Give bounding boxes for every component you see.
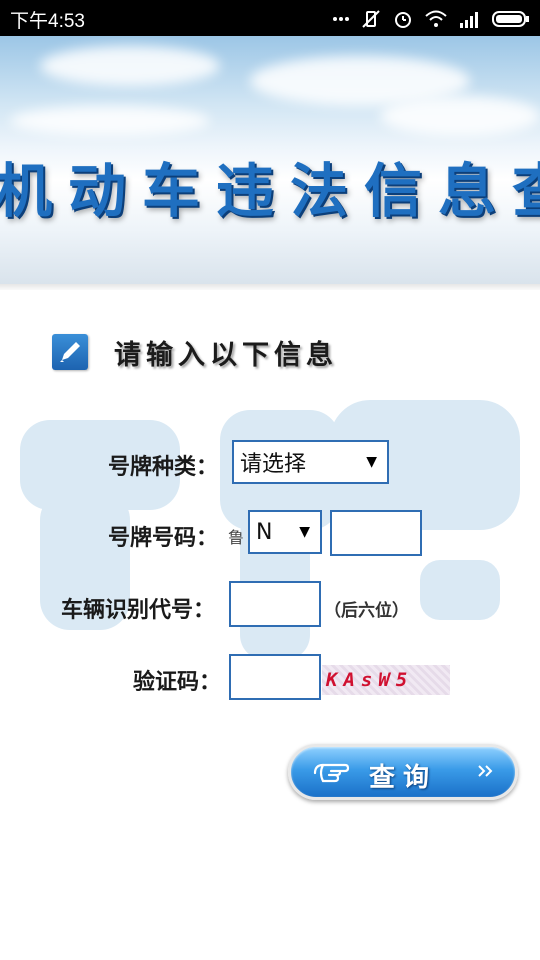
battery-icon <box>492 11 529 27</box>
banner-divider <box>0 284 540 290</box>
plate-letter-value: N <box>256 519 273 545</box>
cloud-decoration <box>40 46 220 86</box>
vin-label: 车辆识别代号： <box>61 598 216 623</box>
banner-title: 机动车违法信息查 <box>0 157 540 225</box>
cloud-decoration <box>380 96 540 136</box>
section-header: 请输入以下信息 <box>52 330 338 374</box>
captcha-image[interactable]: KAsW5 <box>322 665 450 695</box>
plate-type-select[interactable]: 请选择 ▼ <box>232 440 389 484</box>
vibrate-off-icon <box>362 10 380 28</box>
captcha-input[interactable] <box>229 654 321 700</box>
pointing-hand-icon <box>313 763 350 783</box>
status-icons <box>332 8 530 30</box>
more-dots-icon <box>333 17 349 21</box>
wifi-icon <box>425 10 447 27</box>
query-button-label: 查询 <box>369 763 438 793</box>
pencil-icon <box>52 334 88 370</box>
query-button[interactable]: 查询 <box>288 744 518 800</box>
dropdown-arrow-icon: ▼ <box>299 524 310 540</box>
plate-number-label: 号牌号码： <box>108 526 219 551</box>
captcha-code: KAsW5 <box>326 669 414 691</box>
section-title: 请输入以下信息 <box>114 339 338 371</box>
dropdown-arrow-icon: ▼ <box>366 454 377 470</box>
plate-number-input[interactable] <box>330 510 422 556</box>
cloud-decoration <box>10 106 210 136</box>
captcha-label: 验证码： <box>133 670 222 695</box>
signal-icon <box>460 12 478 28</box>
vin-input[interactable] <box>229 581 321 627</box>
plate-type-label: 号牌种类： <box>108 455 219 480</box>
status-time: 下午4:53 <box>10 11 85 32</box>
plate-province-prefix: 鲁 <box>228 528 245 547</box>
vin-hint: （后六位） <box>324 601 409 621</box>
plate-letter-select[interactable]: N ▼ <box>248 510 322 554</box>
status-bar: 下午4:53 <box>0 0 540 36</box>
header-banner: 机动车违法信息查 <box>0 36 540 284</box>
plate-type-value: 请选择 <box>240 452 307 477</box>
double-chevron-right-icon <box>478 765 493 777</box>
alarm-icon <box>395 12 411 28</box>
